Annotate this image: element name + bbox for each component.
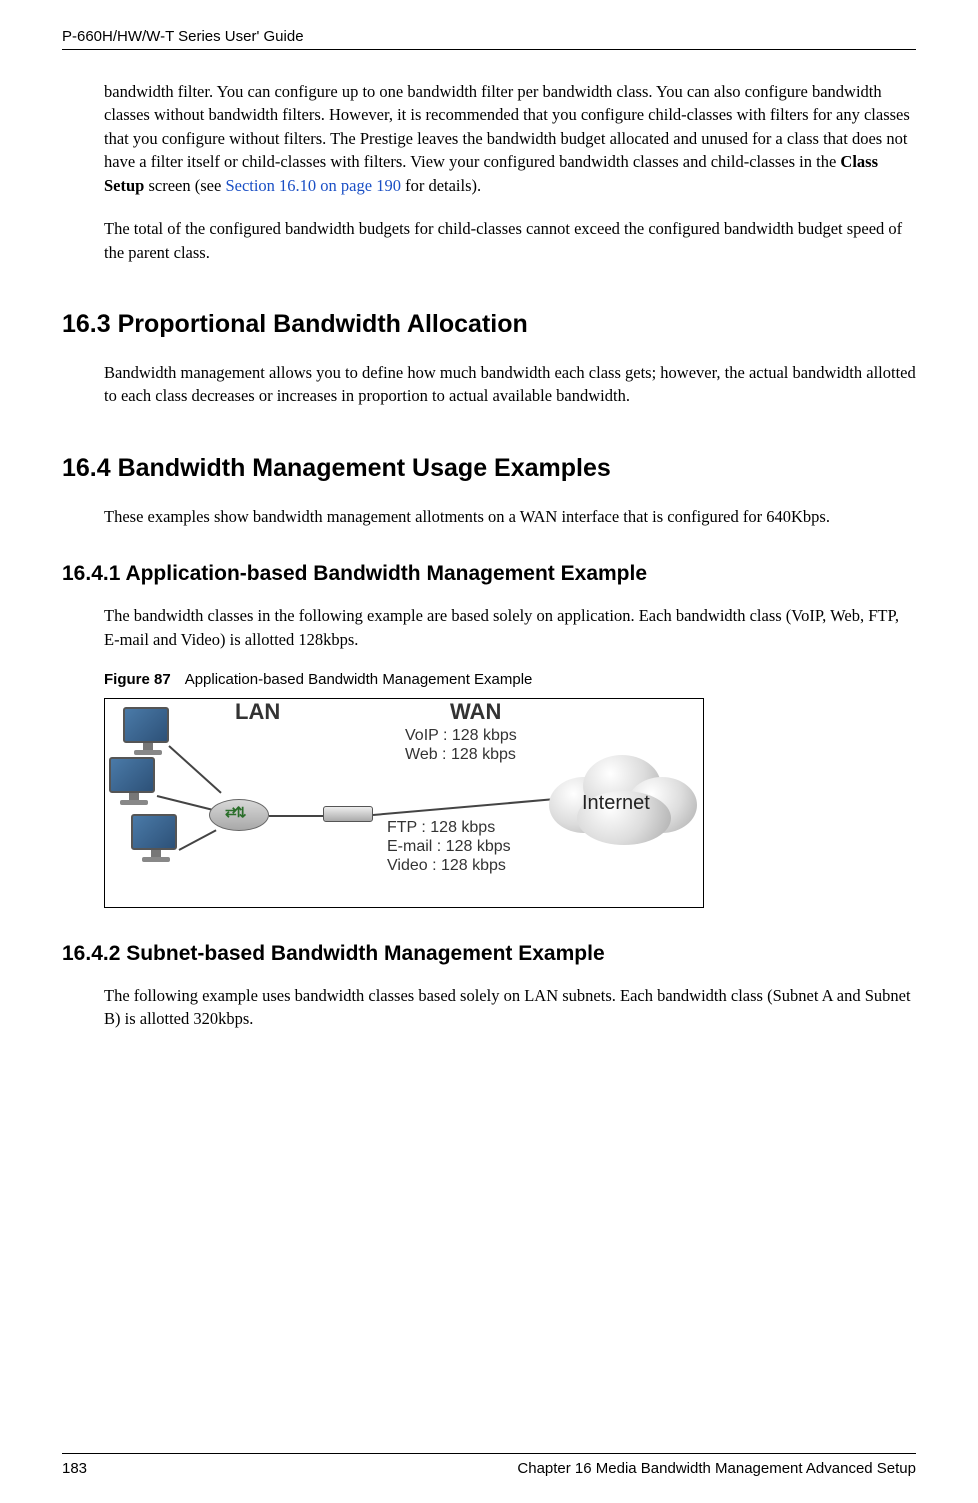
page: P-660H/HW/W-T Series User' Guide bandwid… — [0, 0, 978, 1051]
text: screen (see — [144, 176, 225, 195]
heading-16-3: 16.3 Proportional Bandwidth Allocation — [62, 310, 916, 339]
computer-icon — [123, 707, 173, 755]
intro-paragraph-2: The total of the configured bandwidth bu… — [104, 217, 916, 264]
section-16-4-body: These examples show bandwidth management… — [104, 505, 916, 528]
internet-label: Internet — [582, 792, 650, 815]
intro-paragraph-1: bandwidth filter. You can configure up t… — [104, 80, 916, 197]
section-16-4-1-body: The bandwidth classes in the following e… — [104, 604, 916, 908]
network-line — [269, 815, 325, 817]
text: bandwidth filter. You can configure up t… — [104, 82, 910, 171]
chapter-label: Chapter 16 Media Bandwidth Management Ad… — [517, 1460, 916, 1477]
figure-number: Figure 87 — [104, 671, 171, 688]
computer-icon — [109, 757, 159, 805]
page-number: 183 — [62, 1460, 87, 1477]
computer-icon — [131, 814, 181, 862]
router-icon: ⇄⇅ — [209, 799, 269, 841]
section-16-4-2-para: The following example uses bandwidth cla… — [104, 984, 916, 1031]
lan-label: LAN — [235, 699, 280, 725]
wan-label: WAN — [450, 699, 501, 725]
internet-cloud-icon: Internet — [549, 747, 699, 847]
network-line — [168, 745, 221, 793]
network-line — [373, 798, 558, 816]
bandwidth-labels-top: VoIP : 128 kbps Web : 128 kbps — [405, 727, 517, 765]
section-16-4-para: These examples show bandwidth management… — [104, 505, 916, 528]
figure-87-diagram: LAN WAN ⇄⇅ VoIP : 128 kbps Web : 128 kbp… — [104, 698, 704, 908]
heading-16-4-1: 16.4.1 Application-based Bandwidth Manag… — [62, 562, 916, 586]
section-16-4-1-para: The bandwidth classes in the following e… — [104, 604, 916, 651]
figure-87-caption: Figure 87 Application-based Bandwidth Man… — [104, 671, 916, 688]
section-16-3-body: Bandwidth management allows you to defin… — [104, 361, 916, 408]
section-16-4-2-body: The following example uses bandwidth cla… — [104, 984, 916, 1031]
page-header: P-660H/HW/W-T Series User' Guide — [62, 28, 916, 50]
section-16-10-link[interactable]: Section 16.10 on page 190 — [225, 176, 401, 195]
section-16-3-para: Bandwidth management allows you to defin… — [104, 361, 916, 408]
modem-icon — [323, 806, 373, 822]
heading-16-4-2: 16.4.2 Subnet-based Bandwidth Management… — [62, 942, 916, 966]
network-line — [157, 795, 214, 811]
heading-16-4: 16.4 Bandwidth Management Usage Examples — [62, 454, 916, 483]
page-footer: 183 Chapter 16 Media Bandwidth Managemen… — [62, 1453, 916, 1477]
figure-title: Application-based Bandwidth Management E… — [185, 671, 533, 688]
text: for details). — [401, 176, 481, 195]
body-content: bandwidth filter. You can configure up t… — [104, 80, 916, 264]
bandwidth-labels-bottom: FTP : 128 kbps E-mail : 128 kbps Video :… — [387, 819, 511, 876]
header-title: P-660H/HW/W-T Series User' Guide — [62, 28, 304, 45]
